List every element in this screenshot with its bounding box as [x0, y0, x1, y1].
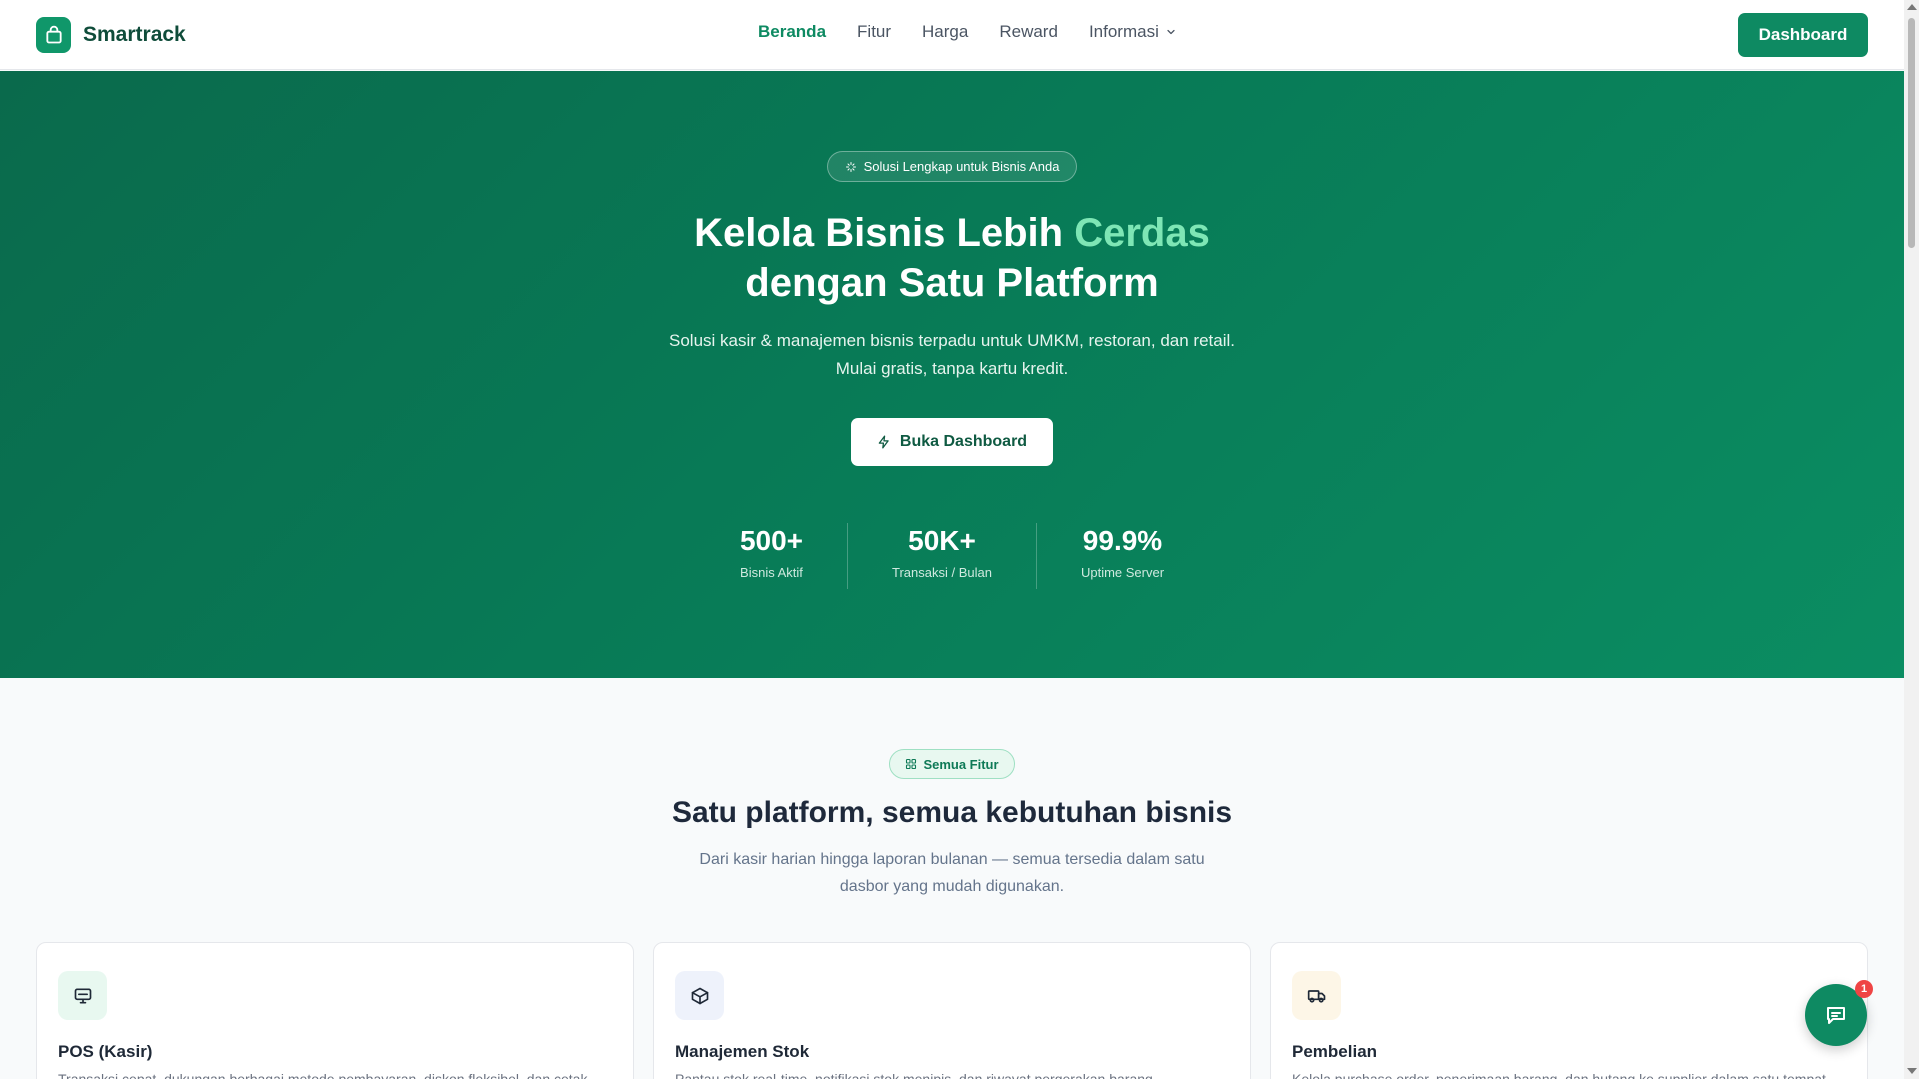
- stat-label: Uptime Server: [1080, 565, 1165, 580]
- feature-card-title: POS (Kasir): [58, 1042, 153, 1061]
- dashboard-button[interactable]: Dashboard: [1738, 13, 1868, 57]
- top-navbar: Smartrack Beranda Fitur Harga Reward Inf…: [0, 0, 1904, 70]
- grid-icon: [906, 758, 917, 770]
- brand[interactable]: Smartrack: [36, 17, 186, 53]
- scroll-down-icon[interactable]: [1907, 1068, 1917, 1074]
- stat-value: 500+: [739, 525, 804, 556]
- box-icon: [675, 971, 724, 1020]
- features-subtitle-line1: Dari kasir harian hingga laporan bulanan…: [699, 851, 1205, 868]
- page-scrollbar[interactable]: [1904, 0, 1919, 1079]
- feature-card-desc: Pantau stok real-time, notifikasi stok m…: [675, 1071, 1157, 1079]
- stats-row: 500+ Bisnis Aktif 50K+ Transaksi / Bulan…: [0, 523, 1904, 589]
- nav-links: Beranda Fitur Harga Reward Informasi: [758, 22, 1208, 42]
- hero-title-accent: Cerdas: [1074, 211, 1210, 255]
- hero-title: Kelola Bisnis Lebih Cerdas dengan Satu P…: [0, 208, 1904, 308]
- feature-card-title: Pembelian: [1292, 1042, 1378, 1061]
- nav-link-harga[interactable]: Harga: [922, 22, 968, 42]
- nav-link-informasi[interactable]: Informasi: [1089, 22, 1177, 42]
- stat-label: Transaksi / Bulan: [892, 565, 992, 580]
- stat-value: 99.9%: [1082, 525, 1163, 556]
- feature-card-purchase[interactable]: Pembelian Kelola purchase order, penerim…: [1270, 942, 1868, 1079]
- feature-card-pos[interactable]: POS (Kasir) Transaksi cepat, dukungan be…: [36, 942, 634, 1079]
- feature-card-desc: Transaksi cepat, dukungan berbagai metod…: [58, 1071, 588, 1079]
- hero-badge: Solusi Lengkap untuk Bisnis Anda: [827, 151, 1077, 182]
- feature-card-title: Manajemen Stok: [675, 1042, 810, 1061]
- stat-item: 99.9% Uptime Server: [1037, 523, 1208, 589]
- features-badge: Semua Fitur: [889, 749, 1015, 779]
- features-title: Satu platform, semua kebutuhan bisnis: [671, 796, 1233, 829]
- stat-label: Bisnis Aktif: [740, 565, 803, 580]
- chevron-down-icon: [1167, 29, 1175, 35]
- nav-link-informasi-label: Informasi: [1088, 22, 1159, 41]
- truck-icon: [1292, 971, 1341, 1020]
- stat-item: 50K+ Transaksi / Bulan: [848, 523, 1037, 589]
- nav-link-beranda[interactable]: Beranda: [758, 22, 826, 42]
- hero-subtitle-line1: Solusi kasir & manajemen bisnis terpadu …: [669, 331, 1235, 350]
- hero-title-part1: Kelola Bisnis Lebih: [694, 211, 1075, 255]
- stat-value: 50K+: [908, 525, 976, 556]
- hero-subtitle: Solusi kasir & manajemen bisnis terpadu …: [0, 327, 1904, 383]
- scrollbar-thumb[interactable]: [1908, 18, 1915, 248]
- features-badge-label: Semua Fitur: [923, 756, 999, 772]
- feature-card-stock[interactable]: Manajemen Stok Pantau stok real-time, no…: [653, 942, 1251, 1079]
- hero-subtitle-line2: Mulai gratis, tanpa kartu kredit.: [835, 359, 1069, 378]
- features-subtitle: Dari kasir harian hingga laporan bulanan…: [0, 846, 1904, 900]
- features-subtitle-line2: dasbor yang mudah digunakan.: [839, 878, 1065, 895]
- nav-link-reward[interactable]: Reward: [999, 22, 1058, 42]
- open-dashboard-button[interactable]: Buka Dashboard: [851, 418, 1053, 466]
- nav-link-fitur[interactable]: Fitur: [857, 22, 891, 42]
- zap-icon: [878, 435, 889, 449]
- stat-item: 500+ Bisnis Aktif: [696, 523, 849, 589]
- monitor-icon: [58, 971, 107, 1020]
- feature-card-desc: Kelola purchase order, penerimaan barang…: [1292, 1071, 1830, 1079]
- hero-section: Solusi Lengkap untuk Bisnis Anda Kelola …: [0, 71, 1904, 678]
- scroll-up-icon[interactable]: [1907, 4, 1917, 10]
- open-dashboard-label: Buka Dashboard: [899, 433, 1028, 450]
- hero-title-line2: dengan Satu Platform: [745, 261, 1159, 305]
- shopping-bag-icon: [36, 17, 71, 53]
- sparkle-icon: [845, 161, 856, 172]
- brand-name: Smartrack: [83, 23, 186, 46]
- chat-icon: [1827, 1007, 1845, 1024]
- hero-badge-label: Solusi Lengkap untuk Bisnis Anda: [863, 159, 1060, 174]
- notification-badge: 1: [1855, 980, 1873, 998]
